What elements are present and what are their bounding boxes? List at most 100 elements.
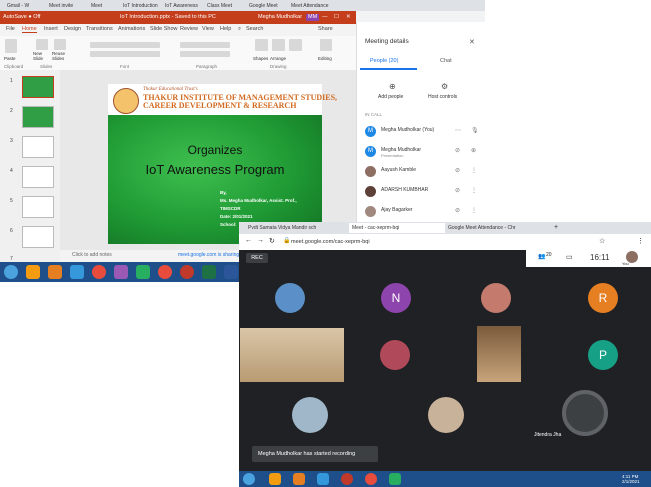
browser-tab[interactable]: IoT Introduction [120, 1, 166, 11]
add-person-icon[interactable]: ⊕ [389, 82, 396, 91]
participant-row[interactable]: ADARSH KUMBHAR ⊘ ⋮ [363, 184, 481, 202]
paste-icon[interactable] [5, 39, 17, 53]
app-icon[interactable] [70, 265, 84, 279]
participant-row[interactable]: Ajay Bagarker ⊘ ⋮ [363, 204, 481, 222]
maximize-icon[interactable]: ☐ [334, 11, 339, 24]
slide-thumb[interactable] [22, 76, 54, 98]
forward-icon[interactable]: → [257, 237, 264, 244]
autosave-toggle[interactable]: AutoSave ● Off [3, 11, 40, 24]
tab-slide-show[interactable]: Slide Show [150, 26, 178, 32]
active-speaker-photo[interactable] [562, 390, 608, 436]
tab-view[interactable]: View [202, 26, 214, 32]
tab-search[interactable]: Search [246, 26, 263, 32]
app-icon[interactable] [92, 265, 106, 279]
slide-thumb[interactable] [22, 106, 54, 128]
more-icon[interactable]: ⋯ [455, 127, 461, 134]
close-icon[interactable]: ✕ [346, 11, 351, 24]
back-icon[interactable]: ← [245, 237, 252, 244]
app-icon[interactable] [114, 265, 128, 279]
chrome-icon[interactable] [341, 473, 353, 485]
more-vert-icon[interactable]: ⋮ [471, 187, 477, 194]
tab-animations[interactable]: Animations [118, 26, 145, 32]
tab-file[interactable]: File [6, 26, 15, 32]
alignment-buttons[interactable] [180, 51, 230, 57]
folder-icon[interactable] [293, 473, 305, 485]
browser-tab[interactable]: Pvdt Samata Vidya Mandir sch [245, 223, 349, 233]
pin-icon[interactable]: ⊕ [471, 147, 476, 154]
media-icon[interactable] [26, 265, 40, 279]
participant-avatar-r[interactable]: R [588, 283, 618, 313]
new-slide-icon[interactable] [36, 39, 48, 50]
mic-icon[interactable]: 🎙 [471, 127, 479, 134]
browser-tab[interactable]: Google Meet [246, 1, 292, 11]
participant-avatar-n[interactable]: N [381, 283, 411, 313]
folder-icon[interactable] [48, 265, 62, 279]
tab-home[interactable]: Home [22, 26, 37, 33]
media-icon[interactable] [269, 473, 281, 485]
participant-row[interactable]: M Megha Mudholkar Presentation ⊘ ⊕ [363, 144, 481, 162]
tab-chat[interactable]: Chat [440, 58, 452, 64]
tab-people[interactable]: People (20) [370, 58, 398, 64]
browser-tab[interactable]: Gmail - W [4, 1, 50, 11]
people-icon[interactable]: 👥 [538, 253, 545, 260]
search-icon[interactable]: ⌕ [238, 26, 241, 33]
tab-review[interactable]: Review [180, 26, 198, 32]
arrange-icon[interactable] [272, 39, 285, 51]
host-controls-icon[interactable]: ⚙ [441, 82, 448, 91]
app-icon[interactable] [317, 473, 329, 485]
browser-tab-active[interactable]: Meet - cac-xeprm-bqi [349, 223, 445, 233]
reuse-slides-icon[interactable] [54, 39, 66, 50]
excel-icon[interactable] [202, 265, 216, 279]
slide-thumb[interactable] [22, 166, 54, 188]
app-icon[interactable] [389, 473, 401, 485]
slide-thumb[interactable] [22, 196, 54, 218]
minimize-icon[interactable]: — [322, 11, 328, 24]
more-vert-icon[interactable]: ⋮ [471, 207, 477, 214]
browser-tab[interactable]: IoT Awareness [162, 1, 208, 11]
start-icon[interactable] [243, 473, 255, 485]
mic-off-icon[interactable]: ⊘ [455, 187, 460, 194]
recording-indicator[interactable]: REC [246, 253, 268, 263]
new-tab-icon[interactable]: + [551, 223, 567, 233]
browser-tab[interactable]: Meet [88, 1, 124, 11]
participant-photo[interactable] [380, 340, 410, 370]
participant-group-photo[interactable] [275, 283, 305, 313]
shapes-icon[interactable] [255, 39, 268, 51]
slide-thumb[interactable] [22, 136, 54, 158]
participant-video[interactable] [477, 326, 521, 382]
more-vert-icon[interactable]: ⋮ [471, 167, 477, 174]
url-field[interactable]: meet.google.com/cac-xeprm-bqi [291, 237, 561, 247]
participant-row[interactable]: M Megha Mudholkar (You) ⋯ 🎙 [363, 124, 481, 142]
mic-off-icon[interactable]: ⊘ [455, 207, 460, 214]
host-controls-button[interactable]: Host controls [428, 94, 457, 100]
browser-tab[interactable]: Meet invite [46, 1, 92, 11]
browser-tab[interactable]: Google Meet Attendance - Chr [445, 223, 551, 233]
participant-photo[interactable] [292, 397, 328, 433]
participant-avatar-p[interactable]: P [588, 340, 618, 370]
chat-icon[interactable]: ▭ [566, 253, 573, 261]
participant-row[interactable]: Aayush Kamble ⊘ ⋮ [363, 164, 481, 182]
slide-thumb[interactable] [22, 226, 54, 248]
editing-icon[interactable] [320, 39, 332, 51]
font-format-buttons[interactable] [90, 51, 160, 57]
font-box[interactable] [90, 42, 160, 48]
browser-tab[interactable]: Meet Attendance [288, 1, 344, 11]
close-icon[interactable]: ✕ [469, 38, 475, 46]
tab-design[interactable]: Design [64, 26, 81, 32]
tab-help[interactable]: Help [220, 26, 231, 32]
app-icon[interactable] [365, 473, 377, 485]
tab-insert[interactable]: Insert [44, 26, 58, 32]
mic-off-icon[interactable]: ⊘ [455, 167, 460, 174]
participant-video[interactable] [240, 328, 344, 382]
mic-off-icon[interactable]: ⊘ [455, 147, 460, 154]
tab-transitions[interactable]: Transitions [86, 26, 113, 32]
chrome-icon[interactable] [180, 265, 194, 279]
add-people-button[interactable]: Add people [378, 94, 403, 100]
word-icon[interactable] [224, 265, 238, 279]
participant-photo[interactable] [481, 283, 511, 313]
browser-tab[interactable]: Class Meet [204, 1, 250, 11]
app-icon[interactable] [136, 265, 150, 279]
quick-styles-icon[interactable] [289, 39, 302, 51]
reload-icon[interactable]: ↻ [269, 237, 275, 245]
share-button[interactable]: Share [318, 26, 333, 32]
